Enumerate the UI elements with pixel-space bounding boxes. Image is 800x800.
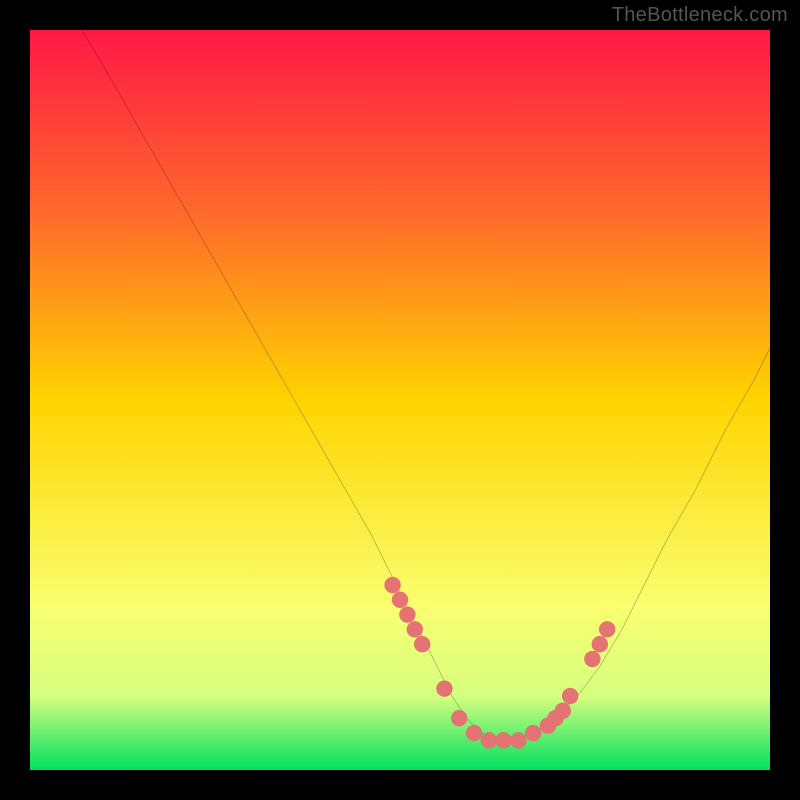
bottleneck-chart (30, 30, 770, 770)
marker-dot (555, 703, 571, 719)
marker-dot (466, 725, 482, 741)
marker-dot (599, 621, 615, 637)
marker-dot (495, 732, 511, 748)
marker-dot (481, 732, 497, 748)
marker-dot (384, 577, 400, 593)
marker-dot (399, 606, 415, 622)
marker-dot (525, 725, 541, 741)
marker-dot (451, 710, 467, 726)
marker-dot (392, 592, 408, 608)
marker-dot (584, 651, 600, 667)
chart-frame: TheBottleneck.com (0, 0, 800, 800)
gradient-background (30, 30, 770, 770)
marker-dot (407, 621, 423, 637)
marker-dot (510, 732, 526, 748)
watermark-text: TheBottleneck.com (612, 4, 788, 27)
plot-border (770, 25, 775, 775)
marker-dot (592, 636, 608, 652)
marker-dot (562, 688, 578, 704)
plot-border (25, 770, 775, 775)
marker-dot (414, 636, 430, 652)
marker-dot (436, 680, 452, 696)
